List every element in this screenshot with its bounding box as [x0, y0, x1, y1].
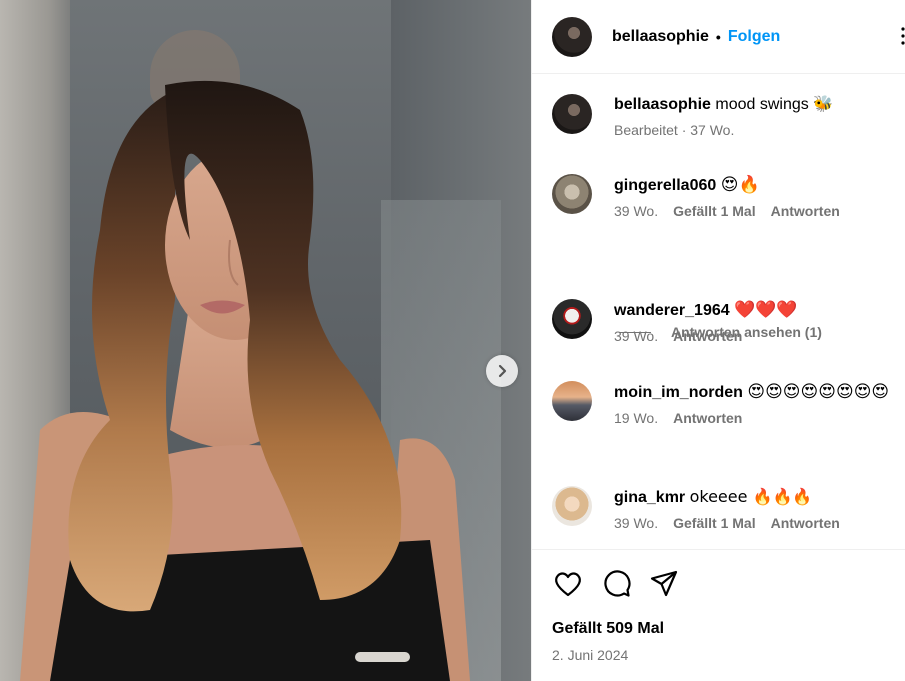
comment-username[interactable]: moin_im_norden — [614, 384, 743, 401]
separator-dot: • — [715, 28, 721, 45]
post-media — [0, 0, 531, 681]
caption-meta: Bearbeitet · 37 Wo. — [614, 122, 735, 138]
likes-count[interactable]: Gefällt 509 Mal — [552, 620, 664, 638]
heart-icon[interactable] — [552, 568, 584, 600]
avatar[interactable] — [552, 299, 592, 339]
comment-likes[interactable]: Gefällt 1 Mal — [673, 515, 755, 531]
reply-button[interactable]: Antworten — [771, 203, 840, 219]
comment-item: gingerella060 😍🔥 39 Wo. Gefällt 1 Mal An… — [552, 174, 897, 219]
comment-item: moin_im_norden 😍😍😍😍😍😍😍😍 19 Wo. Antworten — [552, 381, 897, 426]
chevron-right-icon — [498, 364, 507, 378]
comment-username[interactable]: gingerella060 — [614, 177, 716, 194]
reply-button[interactable]: Antworten — [673, 328, 742, 344]
avatar[interactable] — [552, 486, 592, 526]
comment-icon[interactable] — [600, 568, 632, 600]
post-date: 2. Juni 2024 — [552, 647, 629, 663]
caption-username[interactable]: bellaasophie — [614, 96, 711, 113]
comments-list[interactable]: bellaasophie mood swings 🐝 Bearbeitet · … — [532, 74, 905, 549]
comment-time[interactable]: 39 Wo. — [614, 203, 658, 219]
comment-username[interactable]: gina_kmr — [614, 489, 685, 506]
reply-button[interactable]: Antworten — [673, 410, 742, 426]
comment-text: 😍😍😍😍😍😍😍😍 — [747, 382, 890, 402]
comment-likes[interactable]: Gefällt 1 Mal — [673, 203, 755, 219]
post-side-panel: bellaasophie • Folgen bellaasophie mood … — [531, 0, 905, 681]
caption-text: mood swings 🐝 — [715, 96, 834, 113]
post-photo — [20, 80, 470, 681]
paper-plane-icon[interactable] — [648, 568, 680, 600]
more-icon[interactable] — [901, 26, 905, 46]
avatar[interactable] — [552, 16, 592, 57]
comment-item: gina_kmr okeeee 🔥🔥🔥 39 Wo. Gefällt 1 Mal… — [552, 486, 897, 531]
follow-button[interactable]: Folgen — [728, 28, 780, 46]
comment-time[interactable]: 19 Wo. — [614, 410, 658, 426]
next-photo-button[interactable] — [486, 355, 518, 387]
post-author-username[interactable]: bellaasophie — [612, 28, 709, 46]
reply-button[interactable]: Antworten — [771, 515, 840, 531]
post-header: bellaasophie • Folgen — [532, 0, 905, 74]
comment-username[interactable]: wanderer_1964 — [614, 302, 730, 319]
post-actions: Gefällt 509 Mal 2. Juni 2024 — [532, 549, 905, 681]
comment-item: wanderer_1964 ❤️❤️❤️ 39 Wo. Antworten — [552, 299, 897, 344]
avatar[interactable] — [552, 94, 592, 134]
comment-time[interactable]: 39 Wo. — [614, 328, 658, 344]
avatar[interactable] — [552, 381, 592, 421]
avatar[interactable] — [552, 174, 592, 214]
comment-text: okeeee 🔥🔥🔥 — [689, 487, 813, 506]
post-caption: bellaasophie mood swings 🐝 Bearbeitet · … — [552, 94, 897, 138]
post-dialog: bellaasophie • Folgen bellaasophie mood … — [0, 0, 905, 681]
comment-text: ❤️❤️❤️ — [734, 300, 798, 320]
comment-text: 😍🔥 — [720, 175, 760, 195]
comment-time[interactable]: 39 Wo. — [614, 515, 658, 531]
